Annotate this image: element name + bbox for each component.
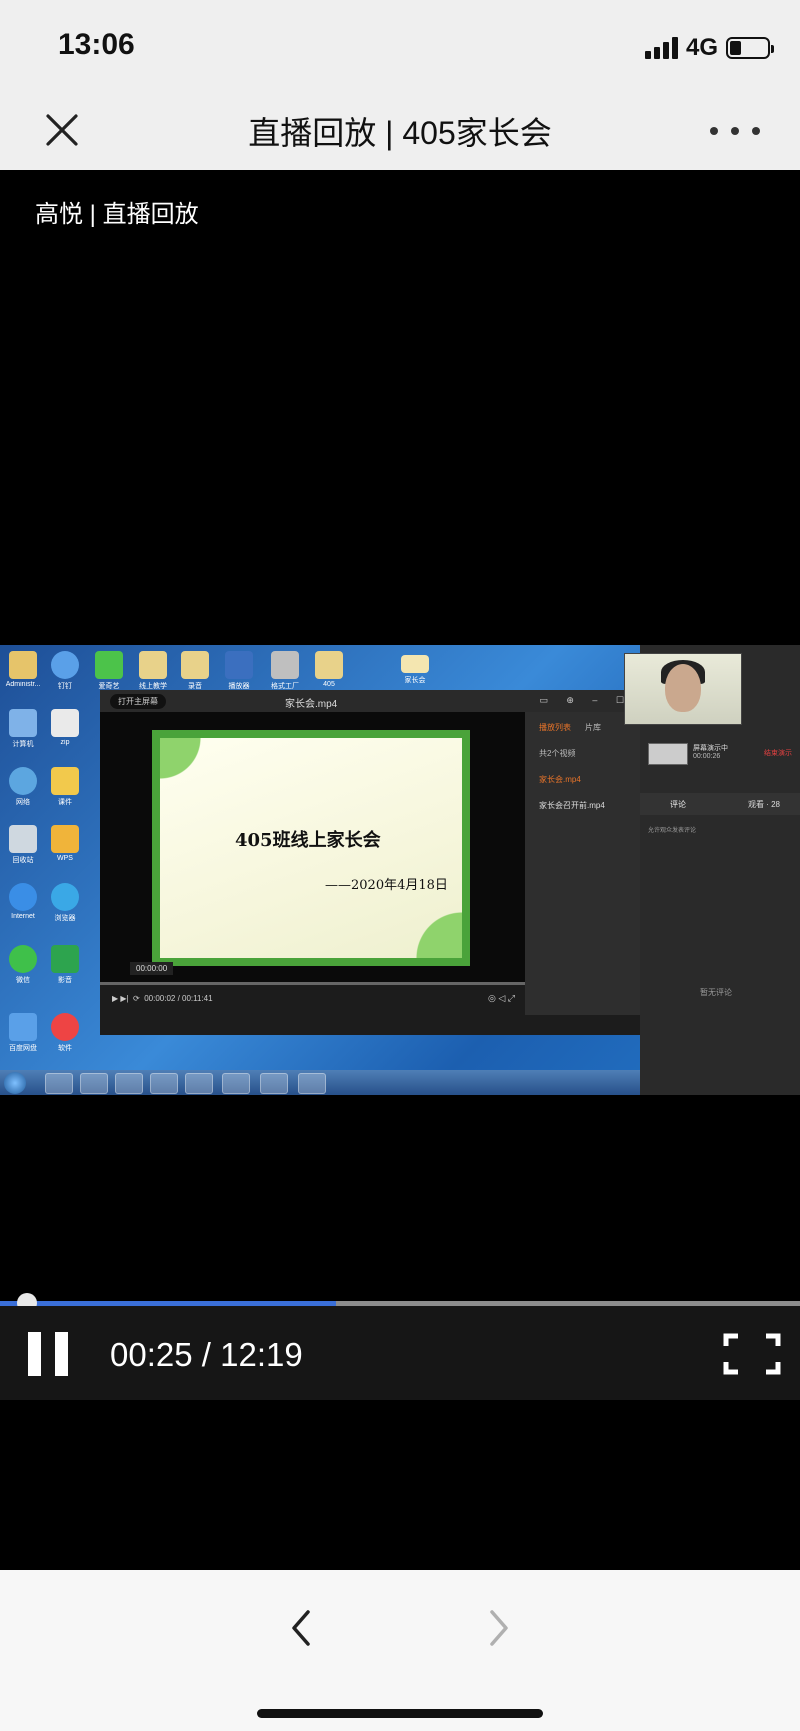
desktop-icon: Administr... xyxy=(0,651,46,688)
battery-icon xyxy=(726,37,774,59)
page-title: 直播回放 | 405家长会 xyxy=(248,115,552,151)
fullscreen-icon xyxy=(723,1333,781,1375)
desktop-icon: 线上教学 xyxy=(130,651,176,691)
inner-home-button: 打开主屏幕 xyxy=(110,694,166,709)
desktop-icon: Internet xyxy=(0,883,46,920)
status-bar: 13:06 4G xyxy=(0,0,800,92)
inner-time-chip: 00:00:00 xyxy=(130,962,174,975)
desktop-icon: 课件 xyxy=(42,767,88,807)
close-button[interactable] xyxy=(40,108,84,152)
inner-playlist: 播放列表 片库 共2个视频 家长会.mp4 家长会召开前.mp4 xyxy=(525,712,640,1015)
video-caption: 高悦 | 直播回放 xyxy=(35,201,199,228)
inner-playlist-item: 家长会.mp4 xyxy=(539,775,581,784)
fullscreen-button[interactable] xyxy=(722,1332,782,1376)
nav-bar: 直播回放 | 405家长会 xyxy=(0,92,800,171)
inner-window-buttons: ▭ ⊕ – ☐ xyxy=(539,695,632,705)
home-indicator xyxy=(257,1709,543,1718)
desktop-icon: 回收站 xyxy=(0,825,46,865)
inner-controls: ▶ ▶| ⟳ 00:00:02 / 00:11:41 ◎ ◁ ⤢ xyxy=(100,985,525,1015)
inner-playlist-item: 家长会召开前.mp4 xyxy=(539,801,605,810)
webcam-view xyxy=(624,653,742,725)
time-display: 00:25 / 12:19 xyxy=(110,1336,303,1373)
desktop-icon: 计算机 xyxy=(0,709,46,749)
desktop-icon: 格式工厂 xyxy=(262,651,308,691)
more-icon xyxy=(710,127,718,135)
desktop-icon: 405 xyxy=(306,651,352,688)
status-indicators: 4G xyxy=(644,34,774,62)
bottom-nav xyxy=(0,1570,800,1731)
control-bar: 00:25 / 12:19 xyxy=(0,1306,800,1400)
inner-live-panel: 屏幕演示中 00:00:26 结束演示 评论 观看 · 28 允许观众发表评论 … xyxy=(624,645,800,1095)
desktop-icon: 微信 xyxy=(0,945,46,985)
current-time: 00:25 xyxy=(110,1336,193,1373)
desktop-icon: 钉钉 xyxy=(42,651,88,691)
status-time: 13:06 xyxy=(58,28,135,61)
back-icon xyxy=(292,1610,310,1646)
desktop-icon: 影音 xyxy=(42,945,88,985)
inner-taskbar xyxy=(0,1070,640,1095)
more-button[interactable] xyxy=(710,116,760,146)
desktop-icon: WPS xyxy=(42,825,88,862)
inner-time: 00:00:02 / 00:11:41 xyxy=(144,994,213,1003)
pause-button[interactable] xyxy=(28,1332,68,1376)
inner-video: 405班线上家长会 ——2020年4月18日 00:00:00 xyxy=(100,712,525,982)
duration: 12:19 xyxy=(220,1336,303,1373)
inner-player-window: 打开主屏幕 家长会.mp4 ▭ ⊕ – ☐ 405班线上家长会 ——2020年4… xyxy=(100,690,640,1035)
network-type: 4G xyxy=(685,34,718,61)
desktop-icon: zip xyxy=(42,709,88,746)
pause-icon xyxy=(28,1332,41,1376)
desktop-icon: 录音 xyxy=(172,651,218,691)
desktop-icon: 爱奇艺 xyxy=(86,651,132,691)
inner-file-name: 家长会.mp4 xyxy=(285,699,338,710)
video-frame: Administr... 钉钉 爱奇艺 线上教学 录音 播放器 格式工厂 405… xyxy=(0,645,800,1095)
forward-button[interactable] xyxy=(480,1598,520,1658)
back-button[interactable] xyxy=(280,1598,320,1658)
close-icon xyxy=(46,114,78,146)
desktop-icon: 浏览器 xyxy=(42,883,88,923)
signal-icon xyxy=(644,37,678,59)
video-player[interactable]: 高悦 | 直播回放 Administr... 钉钉 爱奇艺 线上教学 录音 播放… xyxy=(0,170,800,1570)
desktop-icon: 播放器 xyxy=(216,651,262,691)
slide: 405班线上家长会 ——2020年4月18日 xyxy=(152,730,470,966)
slide-date: ——2020年4月18日 xyxy=(325,878,448,893)
forward-icon xyxy=(490,1610,508,1646)
desktop-icon: 百度网盘 xyxy=(0,1013,46,1053)
slide-title: 405班线上家长会 xyxy=(235,830,381,851)
desktop-icon: 软件 xyxy=(42,1013,88,1053)
desktop-icon: 网络 xyxy=(0,767,46,807)
desktop-icon: 家长会 xyxy=(392,655,438,685)
